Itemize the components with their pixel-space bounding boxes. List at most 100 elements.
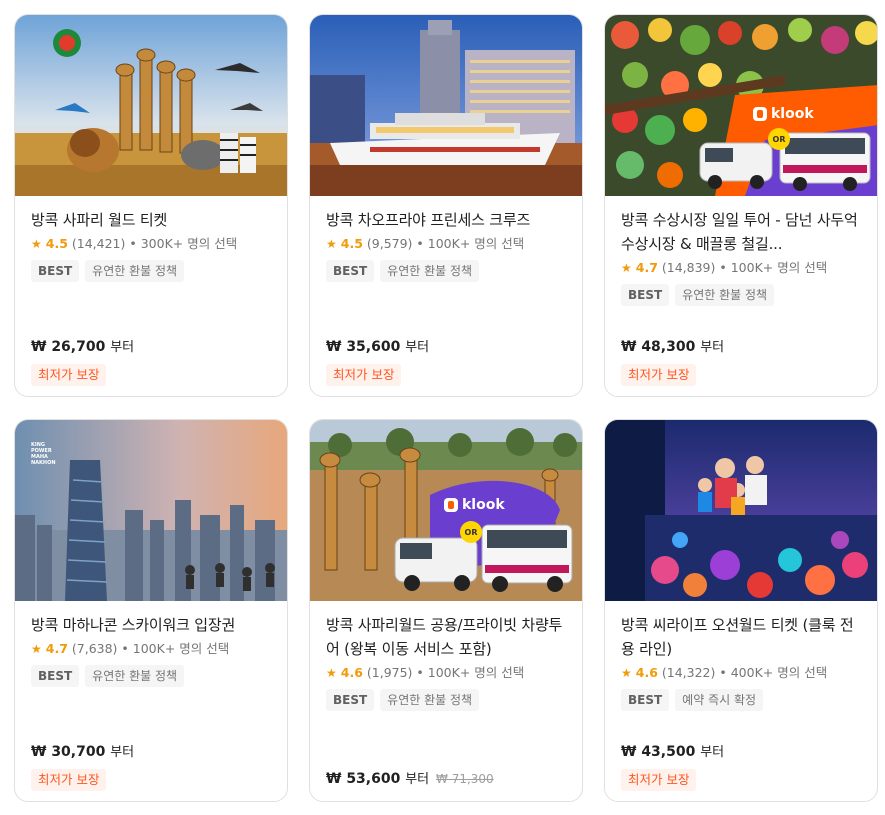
price-value: ₩ 26,700: [31, 339, 106, 355]
price-block: ₩ 43,500 부터 최저가 보장: [621, 741, 724, 791]
price-value: ₩ 48,300: [621, 339, 696, 355]
best-tag: BEST: [621, 284, 670, 306]
tag-list: BEST 유연한 환불 정책: [326, 260, 566, 282]
review-count: (14,322): [661, 665, 716, 680]
best-tag: BEST: [621, 689, 670, 711]
price-suffix: 부터: [405, 772, 430, 787]
card-title[interactable]: 방콕 차오프라야 프린세스 크루즈: [326, 208, 566, 232]
klook-logo: klook: [444, 497, 505, 513]
card-image: [605, 420, 877, 601]
rating-score: 4.6: [635, 665, 658, 680]
refund-policy-tag: 유연한 환불 정책: [675, 284, 775, 306]
lowest-price-badge: 최저가 보장: [621, 364, 697, 386]
card-body: 방콕 차오프라야 프린세스 크루즈 ★ 4.5 (9,579) • 100K+ …: [310, 196, 582, 396]
card-body: 방콕 씨라이프 오션월드 티켓 (클룩 전용 라인) ★ 4.6 (14,322…: [605, 601, 877, 801]
lowest-price-badge: 최저가 보장: [621, 769, 697, 791]
star-icon: ★: [326, 666, 337, 680]
klook-icon: [444, 498, 458, 512]
best-tag: BEST: [31, 665, 80, 687]
or-badge: OR: [768, 128, 790, 150]
refund-policy-tag: 유연한 환불 정책: [85, 665, 185, 687]
price-suffix: 부터: [405, 340, 430, 355]
booked-count: • 100K+ 명의 선택: [416, 236, 525, 251]
activity-card[interactable]: 방콕 차오프라야 프린세스 크루즈 ★ 4.5 (9,579) • 100K+ …: [309, 14, 583, 397]
klook-icon: [753, 107, 767, 121]
price: ₩ 26,700 부터: [31, 336, 134, 359]
best-tag: BEST: [326, 260, 375, 282]
tag-list: BEST 유연한 환불 정책: [326, 689, 566, 711]
star-icon: ★: [621, 666, 632, 680]
review-count: (7,638): [71, 641, 118, 656]
card-title[interactable]: 방콕 씨라이프 오션월드 티켓 (클룩 전용 라인): [621, 613, 861, 661]
activity-card-grid: 방콕 사파리 월드 티켓 ★ 4.5 (14,421) • 300K+ 명의 선…: [14, 14, 878, 802]
review-count: (14,421): [71, 236, 126, 251]
price: ₩ 53,600 부터 ₩ 71,300: [326, 768, 494, 791]
card-image: klook OR: [605, 15, 877, 196]
lowest-price-badge: 최저가 보장: [326, 364, 402, 386]
price: ₩ 30,700 부터: [31, 741, 134, 764]
price-suffix: 부터: [110, 340, 135, 355]
rating-row: ★ 4.6 (14,322) • 400K+ 명의 선택: [621, 663, 861, 683]
star-icon: ★: [326, 237, 337, 251]
card-body: 방콕 사파리 월드 티켓 ★ 4.5 (14,421) • 300K+ 명의 선…: [15, 196, 287, 396]
star-icon: ★: [31, 237, 42, 251]
rating-score: 4.5: [340, 236, 363, 251]
star-icon: ★: [621, 261, 632, 275]
price-value: ₩ 53,600: [326, 771, 401, 787]
rating-score: 4.7: [45, 641, 68, 656]
refund-policy-tag: 유연한 환불 정책: [380, 260, 480, 282]
lowest-price-badge: 최저가 보장: [31, 769, 107, 791]
card-body: 방콕 마하나콘 스카이워크 입장권 ★ 4.7 (7,638) • 100K+ …: [15, 601, 287, 801]
klook-logo: klook: [753, 106, 814, 122]
rating-row: ★ 4.5 (9,579) • 100K+ 명의 선택: [326, 234, 566, 254]
activity-card[interactable]: 방콕 씨라이프 오션월드 티켓 (클룩 전용 라인) ★ 4.6 (14,322…: [604, 419, 878, 802]
activity-card[interactable]: klook OR 방콕 사파리월드 공용/프라이빗 차량투어 (왕복 이동 서비…: [309, 419, 583, 802]
star-icon: ★: [31, 642, 42, 656]
rating-row: ★ 4.6 (1,975) • 100K+ 명의 선택: [326, 663, 566, 683]
booked-count: • 100K+ 명의 선택: [121, 641, 230, 656]
price-value: ₩ 43,500: [621, 744, 696, 760]
card-image: KING POWER MAHA NAKHON: [15, 420, 287, 601]
activity-card[interactable]: 방콕 사파리 월드 티켓 ★ 4.5 (14,421) • 300K+ 명의 선…: [14, 14, 288, 397]
tag-list: BEST 유연한 환불 정책: [31, 260, 271, 282]
rating-row: ★ 4.7 (7,638) • 100K+ 명의 선택: [31, 639, 271, 659]
price-suffix: 부터: [700, 745, 725, 760]
king-power-logo: KING POWER MAHA NAKHON: [31, 442, 56, 466]
activity-card[interactable]: KING POWER MAHA NAKHON 방콕 마하나콘 스카이워크 입장권…: [14, 419, 288, 802]
booked-count: • 400K+ 명의 선택: [719, 665, 828, 680]
card-title[interactable]: 방콕 마하나콘 스카이워크 입장권: [31, 613, 271, 637]
rating-score: 4.5: [45, 236, 68, 251]
tag-list: BEST 유연한 환불 정책: [31, 665, 271, 687]
lowest-price-badge: 최저가 보장: [31, 364, 107, 386]
price-suffix: 부터: [110, 745, 135, 760]
price-value: ₩ 35,600: [326, 339, 401, 355]
price-block: ₩ 48,300 부터 최저가 보장: [621, 336, 724, 386]
tag-list: BEST 예약 즉시 확정: [621, 689, 861, 711]
review-count: (14,839): [661, 260, 716, 275]
card-body: 방콕 사파리월드 공용/프라이빗 차량투어 (왕복 이동 서비스 포함) ★ 4…: [310, 601, 582, 801]
or-badge: OR: [460, 521, 482, 543]
rating-row: ★ 4.5 (14,421) • 300K+ 명의 선택: [31, 234, 271, 254]
refund-policy-tag: 유연한 환불 정책: [380, 689, 480, 711]
card-title[interactable]: 방콕 사파리월드 공용/프라이빗 차량투어 (왕복 이동 서비스 포함): [326, 613, 566, 661]
instant-confirmation-tag: 예약 즉시 확정: [675, 689, 764, 711]
card-image: klook OR: [310, 420, 582, 601]
rating-score: 4.7: [635, 260, 658, 275]
activity-card[interactable]: klook OR 방콕 수상시장 일일 투어 - 담넌 사두억 수상시장 & 매…: [604, 14, 878, 397]
booked-count: • 100K+ 명의 선택: [416, 665, 525, 680]
refund-policy-tag: 유연한 환불 정책: [85, 260, 185, 282]
price: ₩ 48,300 부터: [621, 336, 724, 359]
tag-list: BEST 유연한 환불 정책: [621, 284, 861, 306]
card-title[interactable]: 방콕 사파리 월드 티켓: [31, 208, 271, 232]
rating-score: 4.6: [340, 665, 363, 680]
price-suffix: 부터: [700, 340, 725, 355]
booked-count: • 300K+ 명의 선택: [129, 236, 238, 251]
rating-row: ★ 4.7 (14,839) • 100K+ 명의 선택: [621, 258, 861, 278]
card-title[interactable]: 방콕 수상시장 일일 투어 - 담넌 사두억 수상시장 & 매끌롱 철길...: [621, 208, 861, 256]
card-body: 방콕 수상시장 일일 투어 - 담넌 사두억 수상시장 & 매끌롱 철길... …: [605, 196, 877, 396]
card-image: [310, 15, 582, 196]
card-image: [15, 15, 287, 196]
price-value: ₩ 30,700: [31, 744, 106, 760]
review-count: (9,579): [366, 236, 413, 251]
booked-count: • 100K+ 명의 선택: [719, 260, 828, 275]
